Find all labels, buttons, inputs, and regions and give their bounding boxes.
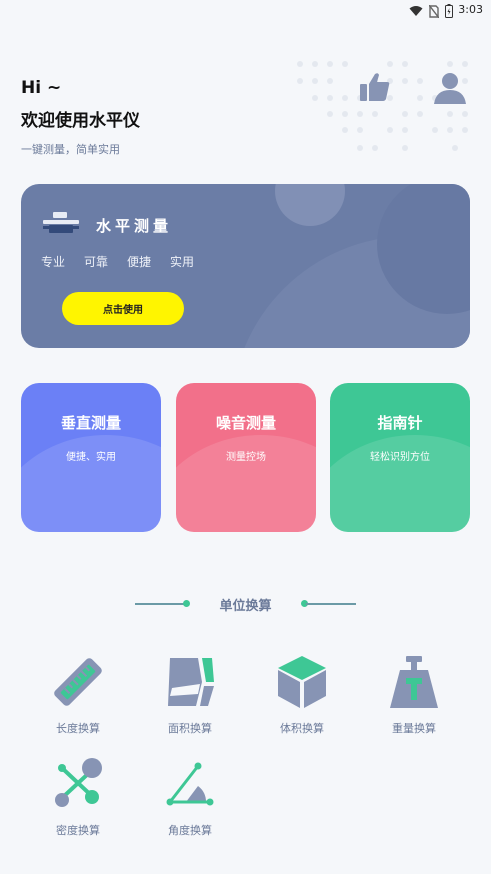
tool-label: 面积换算 [168,722,212,735]
greeting-hi: Hi ~ [21,78,62,98]
length-conversion[interactable]: 长度换算 [33,654,123,736]
compass-card[interactable]: 指南针 轻松识别方位 [330,383,470,532]
divider [306,603,356,605]
hero-title: 水平测量 [96,217,173,235]
density-conversion[interactable]: 密度换算 [33,756,123,838]
cube-icon [278,656,326,708]
density-icon [55,758,102,807]
hero-tag: 专业 [41,255,66,269]
volume-conversion[interactable]: 体积换算 [257,654,347,736]
area-conversion[interactable]: 面积换算 [145,654,235,736]
tool-label: 长度换算 [56,722,100,735]
like-button[interactable] [358,70,392,104]
page-subtitle: 一键测量，简单实用 [21,143,120,156]
weight-conversion[interactable]: 重量换算 [369,654,459,736]
thumbs-up-icon [360,73,390,101]
level-icon [43,212,79,233]
page-title: 欢迎使用水平仪 [21,111,140,131]
hero-tag: 实用 [170,255,195,269]
hero-tags: 专业 可靠 便捷 实用 [41,253,194,270]
tool-label: 密度换算 [56,824,100,837]
status-icons [409,4,453,18]
card-title: 垂直测量 [60,414,121,432]
card-subtitle: 测量控场 [226,452,266,463]
hero-decor-circle [275,184,345,226]
hero-tag: 可靠 [84,255,109,269]
start-button[interactable]: 点击使用 [62,292,184,325]
area-icon [168,658,214,706]
hero-tag: 便捷 [127,255,152,269]
tool-label: 体积换算 [280,722,324,735]
weight-icon [390,656,438,708]
ruler-icon [54,658,102,706]
card-title: 指南针 [377,414,423,432]
wifi-icon [409,6,423,16]
tool-label: 重量换算 [392,722,436,735]
card-subtitle: 便捷、实用 [66,452,116,463]
card-subtitle: 轻松识别方位 [370,452,430,463]
angle-icon [166,762,214,806]
tool-label: 角度换算 [168,824,212,837]
noise-measure-card[interactable]: 噪音测量 测量控场 [176,383,316,532]
battery-icon [445,4,453,18]
profile-button[interactable] [432,70,468,106]
section-title: 单位换算 [219,599,272,614]
level-measure-card[interactable]: 水平测量 专业 可靠 便捷 实用 点击使用 [21,184,470,348]
no-sim-icon [429,4,439,18]
user-icon [434,73,466,104]
status-bar: 3:03 [0,0,491,22]
clock: 3:03 [458,3,483,16]
card-title: 噪音测量 [215,414,276,432]
greeting: Hi ~ 欢迎使用水平仪 一键测量，简单实用 [21,78,140,157]
vertical-measure-card[interactable]: 垂直测量 便捷、实用 [21,383,161,532]
angle-conversion[interactable]: 角度换算 [145,756,235,838]
unit-conversion-header: 单位换算 [0,594,491,614]
